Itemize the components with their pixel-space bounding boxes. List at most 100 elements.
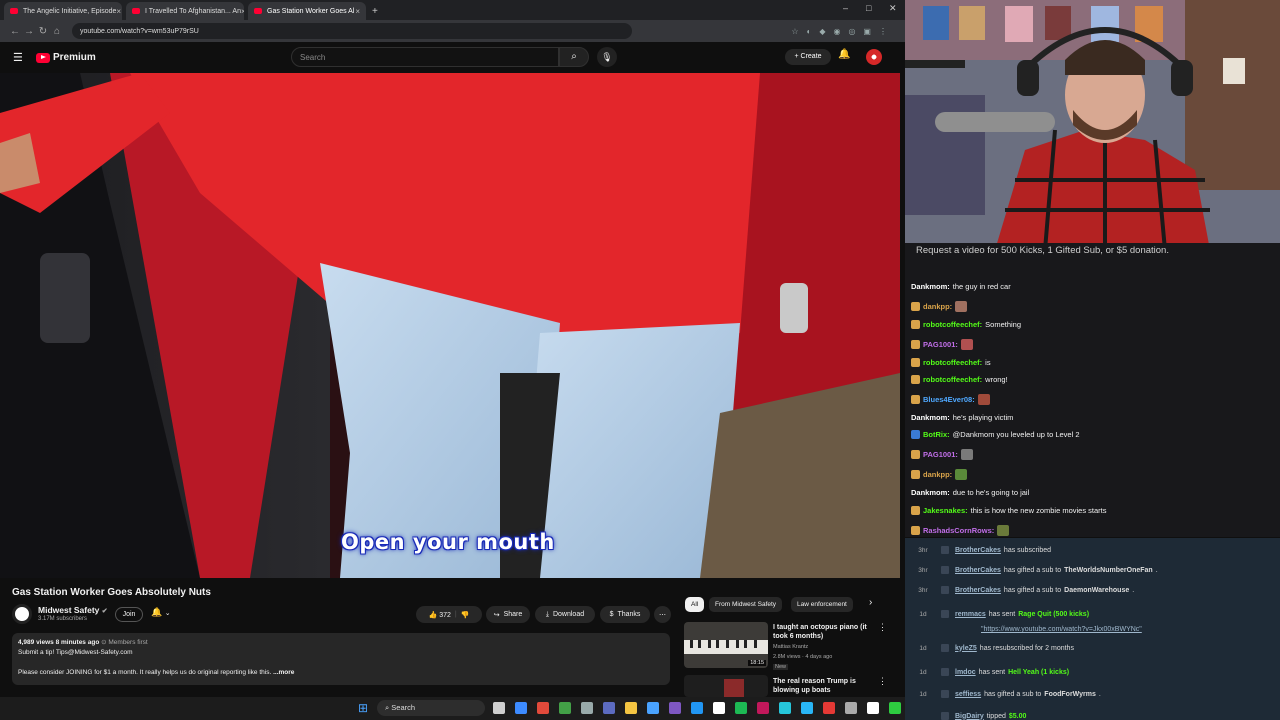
chat-emote-icon (997, 525, 1010, 536)
search-input[interactable]: Search (291, 47, 559, 67)
extension-icons[interactable]: ☆◐◆◉◎▣⋮ (791, 27, 895, 36)
like-button[interactable]: 👍 372 (429, 611, 451, 619)
chat-username[interactable]: robotcoffeechef: (923, 375, 982, 384)
browser-tab-1[interactable]: The Angelic Initiative, Episode × (4, 2, 122, 20)
youtube-logo[interactable]: Premium (36, 52, 96, 63)
taskbar-app-icon[interactable] (757, 702, 769, 714)
channel-name[interactable]: Midwest Safety ✔ (38, 605, 108, 615)
related-title[interactable]: I taught an octopus piano (it took 6 mon… (773, 623, 869, 641)
back-icon[interactable]: ← (8, 26, 22, 37)
taskbar-app-icon[interactable] (537, 702, 549, 714)
close-window-icon[interactable]: ✕ (889, 3, 897, 14)
url-field[interactable]: youtube.com/watch?v=wm53uP79rSU (72, 23, 632, 39)
share-button[interactable]: ↪ Share (486, 606, 530, 623)
thumbs-down-icon: 👎 (460, 611, 470, 619)
description-box[interactable]: 4,989 views 8 minutes ago ⊙ Members firs… (12, 633, 670, 685)
taskbar-app-icon[interactable] (823, 702, 835, 714)
chat-badge-icon (911, 340, 920, 349)
taskbar-app-icon[interactable] (691, 702, 703, 714)
chat-username[interactable]: PAG1001: (923, 340, 958, 349)
taskbar-app-icon[interactable] (493, 702, 505, 714)
taskbar-app-icon[interactable] (647, 702, 659, 714)
chat-badge-icon (911, 395, 920, 404)
chat-username[interactable]: Dankmom: (911, 282, 950, 291)
search-button[interactable]: ⌕ (559, 47, 589, 67)
taskbar-app-icon[interactable] (625, 702, 637, 714)
event-username[interactable]: BrotherCakes (955, 587, 1001, 594)
taskbar-app-icon[interactable] (603, 702, 615, 714)
chat-username[interactable]: Dankmom: (911, 488, 950, 497)
chat-username[interactable]: Blues4Ever08: (923, 395, 975, 404)
forward-icon[interactable]: → (22, 26, 36, 37)
chat-text: he's playing victim (952, 413, 1014, 422)
taskbar-app-icon[interactable] (889, 702, 901, 714)
more-actions-button[interactable]: ⋯ (654, 606, 671, 623)
related-thumbnail[interactable]: 18:15 (684, 622, 768, 668)
subscriber-count: 3.17M subscribers (38, 616, 88, 622)
chat-emote-icon (960, 339, 973, 350)
show-more-link[interactable]: ...more (273, 669, 294, 676)
event-username[interactable]: kyleZ5 (955, 645, 977, 652)
chat-message: Dankmom: the guy in red car (911, 282, 1011, 291)
taskbar-app-icon[interactable] (669, 702, 681, 714)
event-username[interactable]: BrotherCakes (955, 567, 1001, 574)
chat-username[interactable]: BotRix: (923, 430, 950, 439)
like-dislike-group: 👍 372 | 👎 (416, 606, 482, 623)
join-button[interactable]: Join (115, 607, 143, 622)
related-title[interactable]: The real reason Trump is blowing up boat… (773, 677, 869, 695)
close-tab-icon[interactable]: × (241, 7, 244, 16)
chat-username[interactable]: Dankmom: (911, 413, 950, 422)
minimize-icon[interactable]: – (843, 3, 848, 13)
voice-search-button[interactable]: 🎙 (597, 47, 617, 67)
close-tab-icon[interactable]: × (355, 7, 360, 16)
taskbar-app-icon[interactable] (801, 702, 813, 714)
taskbar-search[interactable]: ⌕ Search (377, 700, 485, 716)
taskbar-app-icon[interactable] (845, 702, 857, 714)
taskbar-app-icon[interactable] (581, 702, 593, 714)
event-username[interactable]: lmdoc (955, 669, 976, 676)
browser-tab-3[interactable]: Gas Station Worker Goes Al × (248, 2, 366, 20)
close-tab-icon[interactable]: × (116, 7, 121, 16)
create-button[interactable]: + Create (785, 49, 831, 65)
browser-tab-2[interactable]: I Travelled To Afghanistan... An × (126, 2, 244, 20)
dislike-button[interactable]: 👎 (461, 611, 470, 619)
video-player[interactable]: Open your mouth (0, 73, 900, 578)
start-icon[interactable]: ⊞ (358, 701, 368, 715)
chat-username[interactable]: PAG1001: (923, 450, 958, 459)
chip-law-enforcement[interactable]: Law enforcement (791, 597, 853, 612)
notifications-button[interactable]: 🔔 (838, 49, 850, 60)
chat-username[interactable]: RashadsCornRows: (923, 526, 994, 535)
chat-username[interactable]: dankpp: (923, 470, 952, 479)
thanks-button[interactable]: $ Thanks (600, 606, 650, 623)
chat-username[interactable]: dankpp: (923, 302, 952, 311)
channel-avatar[interactable] (12, 604, 32, 624)
taskbar-app-icon[interactable] (867, 702, 879, 714)
chat-username[interactable]: robotcoffeechef: (923, 320, 982, 329)
reload-icon[interactable]: ↻ (36, 26, 50, 37)
event-username[interactable]: seffiess (955, 691, 981, 698)
chat-username[interactable]: robotcoffeechef: (923, 358, 982, 367)
chevron-down-icon: ⌄ (164, 610, 171, 617)
new-tab-icon[interactable]: + (372, 6, 378, 17)
more-icon[interactable]: ⋮ (878, 676, 887, 687)
home-icon[interactable]: ⌂ (50, 26, 64, 37)
taskbar-app-icon[interactable] (735, 702, 747, 714)
event-username[interactable]: remmacs (955, 611, 986, 618)
event-username[interactable]: BrotherCakes (955, 547, 1001, 554)
event-username[interactable]: BigDairy (955, 713, 984, 720)
subscription-bell-button[interactable]: 🔔 ⌄ (151, 607, 171, 618)
taskbar-app-icon[interactable] (779, 702, 791, 714)
taskbar-app-icon[interactable] (559, 702, 571, 714)
taskbar-app-icon[interactable] (713, 702, 725, 714)
menu-icon[interactable]: ☰ (13, 51, 23, 64)
download-button[interactable]: ⤓ Download (535, 606, 595, 623)
chip-from-channel[interactable]: From Midwest Safety (709, 597, 783, 612)
chevron-right-icon[interactable]: › (869, 597, 872, 608)
related-thumbnail[interactable] (684, 675, 768, 697)
chip-all[interactable]: All (685, 597, 705, 612)
taskbar-app-icon[interactable] (515, 702, 527, 714)
chat-username[interactable]: Jakesnakes: (923, 506, 968, 515)
maximize-icon[interactable]: □ (866, 3, 871, 13)
account-avatar[interactable] (866, 49, 882, 65)
more-icon[interactable]: ⋮ (878, 622, 887, 633)
